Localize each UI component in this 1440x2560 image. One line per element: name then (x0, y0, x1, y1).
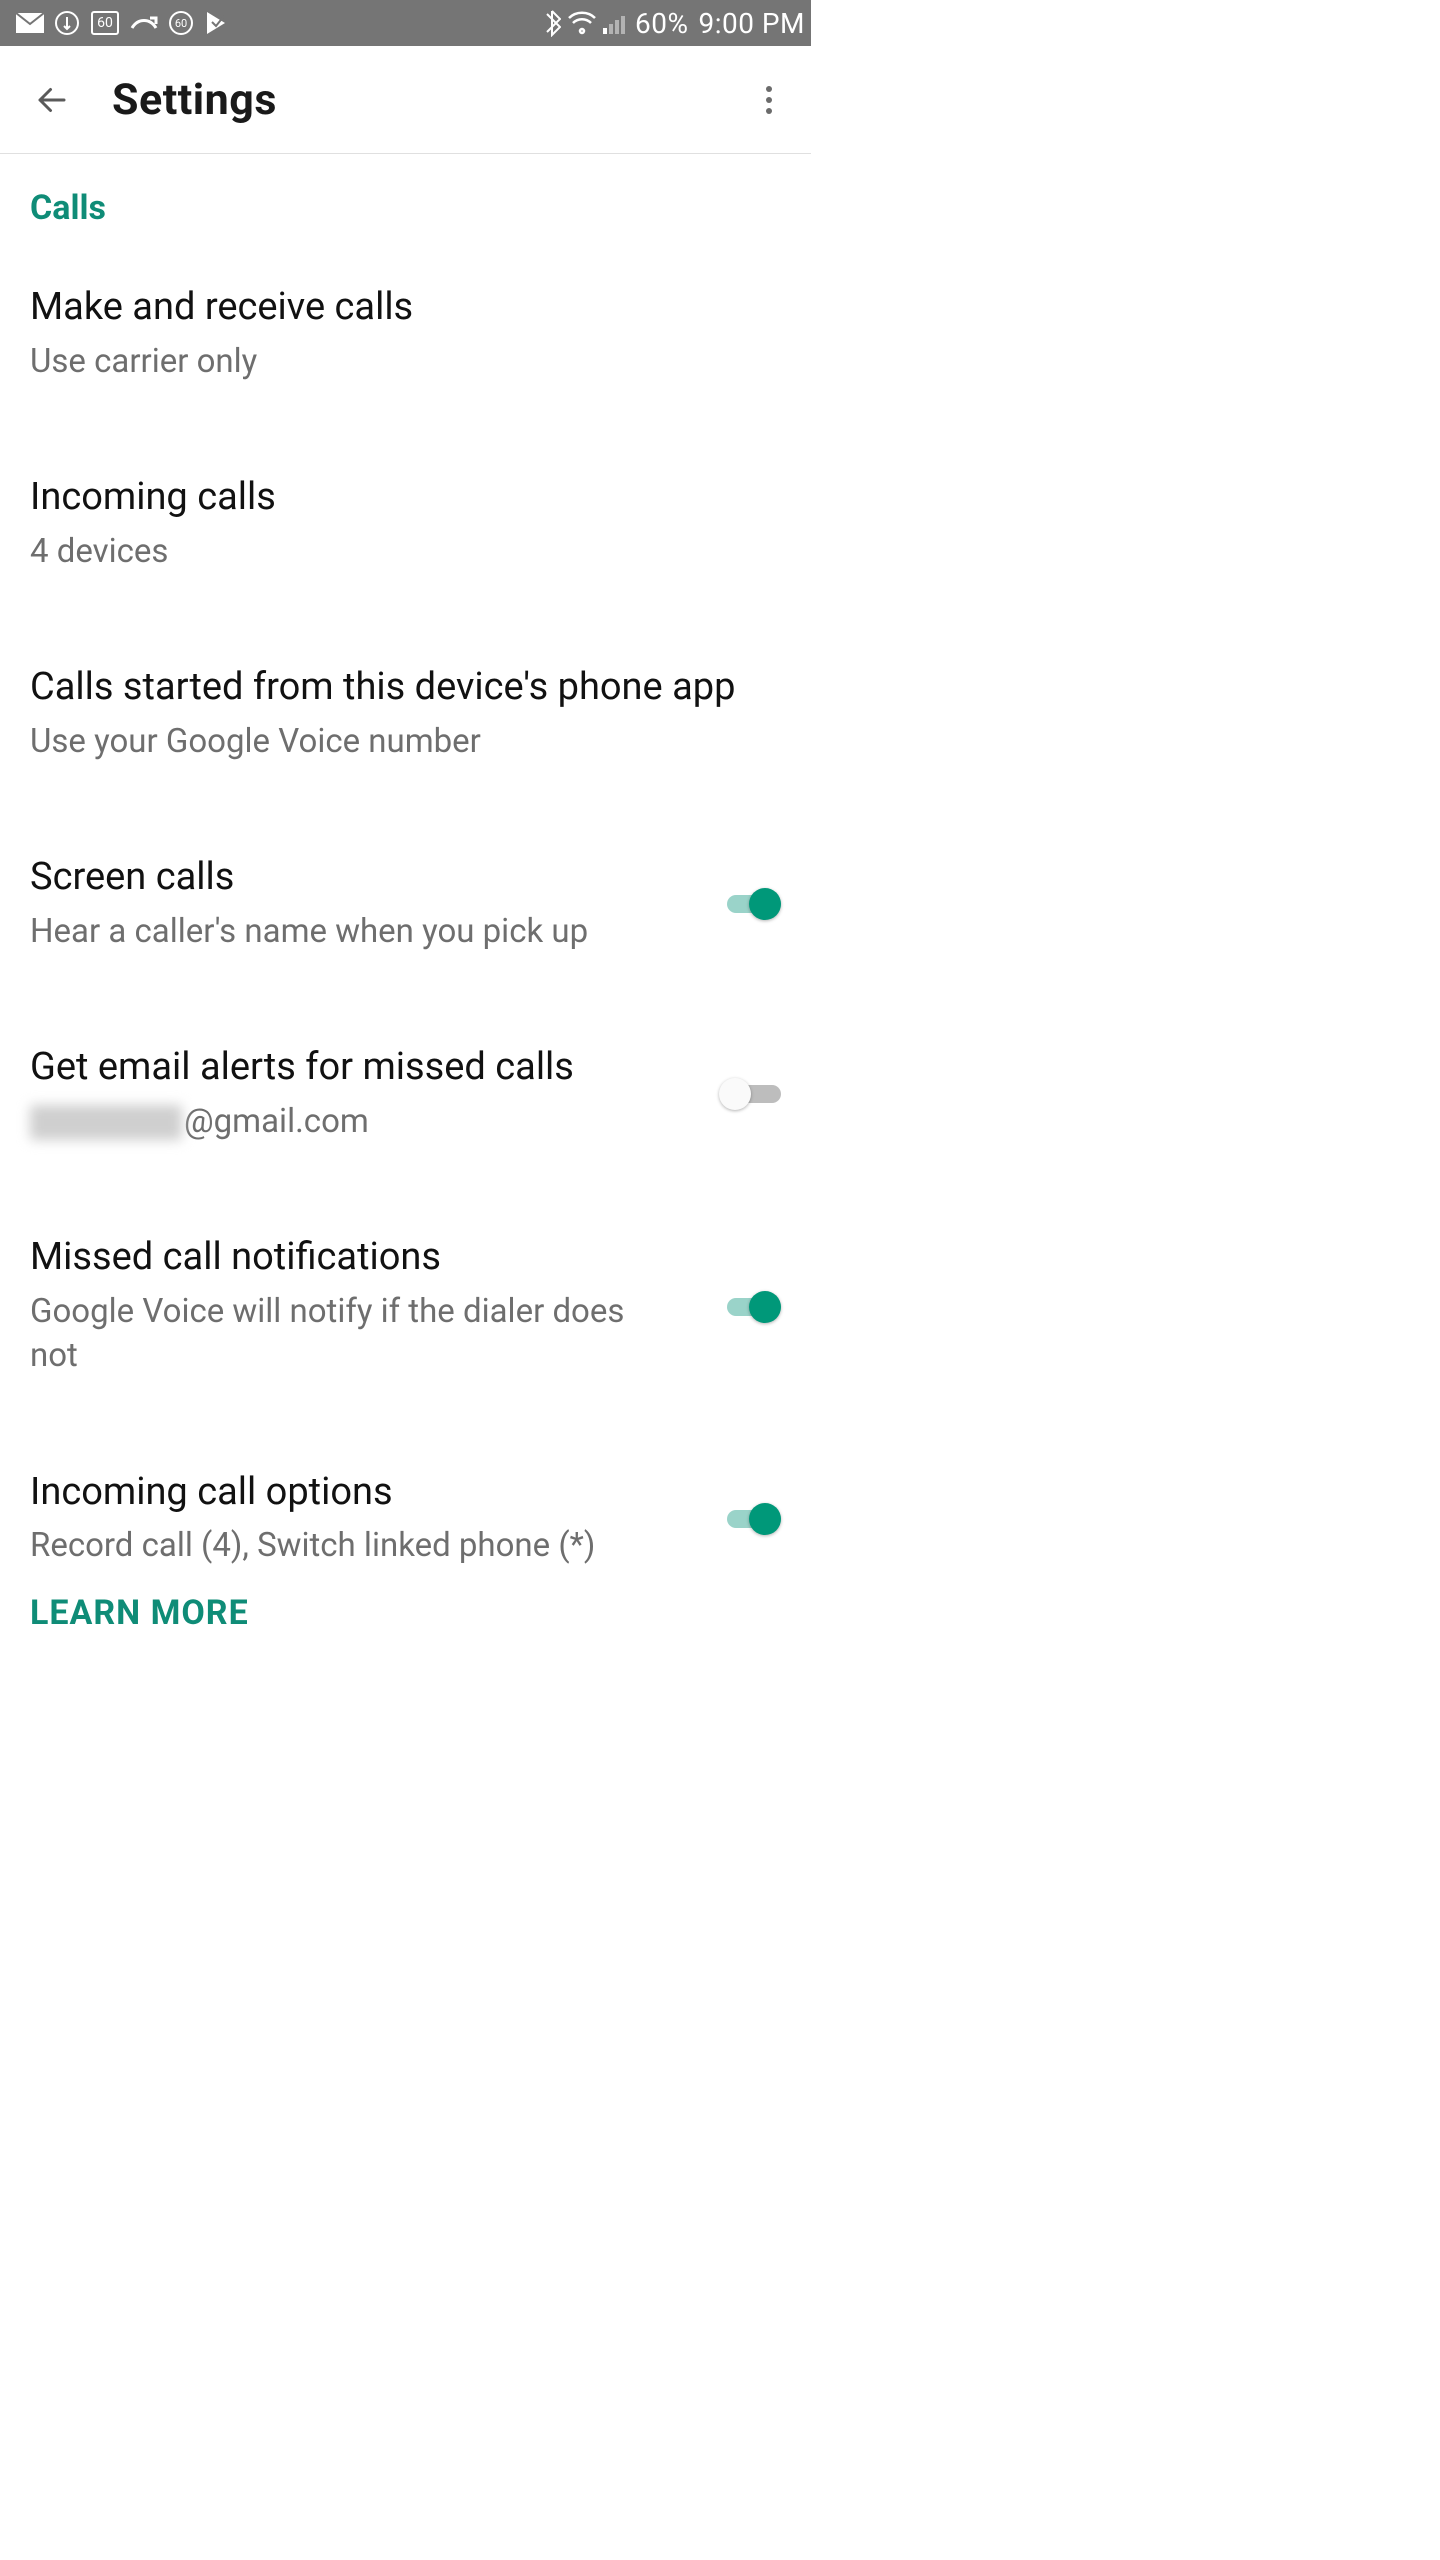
battery-badge-text: 60 (90, 10, 120, 36)
email-alerts-toggle[interactable] (719, 1076, 781, 1112)
learn-more-link[interactable]: LEARN MORE (30, 1579, 249, 1633)
clock-text: 9:00 PM (698, 7, 805, 40)
setting-incoming-calls[interactable]: Incoming calls 4 devices (30, 452, 781, 598)
status-bar-left: 60 60 (16, 10, 228, 36)
setting-title: Missed call notifications (30, 1234, 699, 1282)
page-title: Settings (112, 75, 277, 125)
setting-title: Get email alerts for missed calls (30, 1044, 699, 1092)
section-header-calls: Calls (30, 182, 781, 262)
setting-subtitle: @gmail.com (30, 1100, 699, 1145)
setting-email-alerts-missed-calls[interactable]: Get email alerts for missed calls @gmail… (30, 1022, 781, 1168)
wifi-icon (567, 11, 597, 35)
missed-call-notifications-toggle[interactable] (719, 1289, 781, 1325)
screen-calls-toggle[interactable] (719, 886, 781, 922)
settings-content: Calls Make and receive calls Use carrier… (0, 154, 811, 1633)
bluetooth-icon (543, 9, 561, 37)
back-button[interactable] (28, 76, 76, 124)
overflow-menu-button[interactable] (745, 76, 793, 124)
setting-subtitle: 4 devices (30, 530, 761, 575)
redacted-email-prefix (30, 1105, 182, 1140)
setting-incoming-call-options[interactable]: Incoming call options Record call (4), S… (30, 1447, 781, 1579)
cell-signal-icon (603, 12, 629, 34)
setting-subtitle: Google Voice will notify if the dialer d… (30, 1290, 640, 1379)
status-bar: 60 60 60% 9:00 PM (0, 0, 811, 46)
circle-badge-icon: 60 (168, 10, 194, 36)
setting-title: Calls started from this device's phone a… (30, 664, 761, 712)
missed-call-icon (130, 12, 158, 34)
setting-title: Screen calls (30, 854, 699, 902)
status-bar-right: 60% 9:00 PM (543, 7, 805, 40)
setting-title: Incoming calls (30, 474, 761, 522)
setting-subtitle: Use your Google Voice number (30, 720, 761, 765)
setting-subtitle: Record call (4), Switch linked phone (*) (30, 1524, 699, 1569)
email-suffix: @gmail.com (184, 1102, 369, 1141)
setting-title: Incoming call options (30, 1469, 699, 1517)
battery-badge-icon: 60 (90, 10, 120, 36)
battery-percent-text: 60% (635, 7, 688, 40)
svg-text:60: 60 (175, 17, 187, 30)
setting-make-receive-calls[interactable]: Make and receive calls Use carrier only (30, 262, 781, 408)
play-store-icon (204, 10, 228, 36)
mail-icon (16, 13, 44, 33)
incoming-call-options-toggle[interactable] (719, 1501, 781, 1537)
app-bar: Settings (0, 46, 811, 154)
arrow-back-icon (34, 82, 70, 118)
setting-missed-call-notifications[interactable]: Missed call notifications Google Voice w… (30, 1212, 781, 1403)
setting-title: Make and receive calls (30, 284, 761, 332)
setting-calls-started-from-phone-app[interactable]: Calls started from this device's phone a… (30, 642, 781, 788)
setting-screen-calls[interactable]: Screen calls Hear a caller's name when y… (30, 832, 781, 978)
setting-subtitle: Use carrier only (30, 340, 761, 385)
setting-subtitle: Hear a caller's name when you pick up (30, 910, 699, 955)
more-vert-icon (765, 85, 773, 115)
data-saver-icon (54, 10, 80, 36)
